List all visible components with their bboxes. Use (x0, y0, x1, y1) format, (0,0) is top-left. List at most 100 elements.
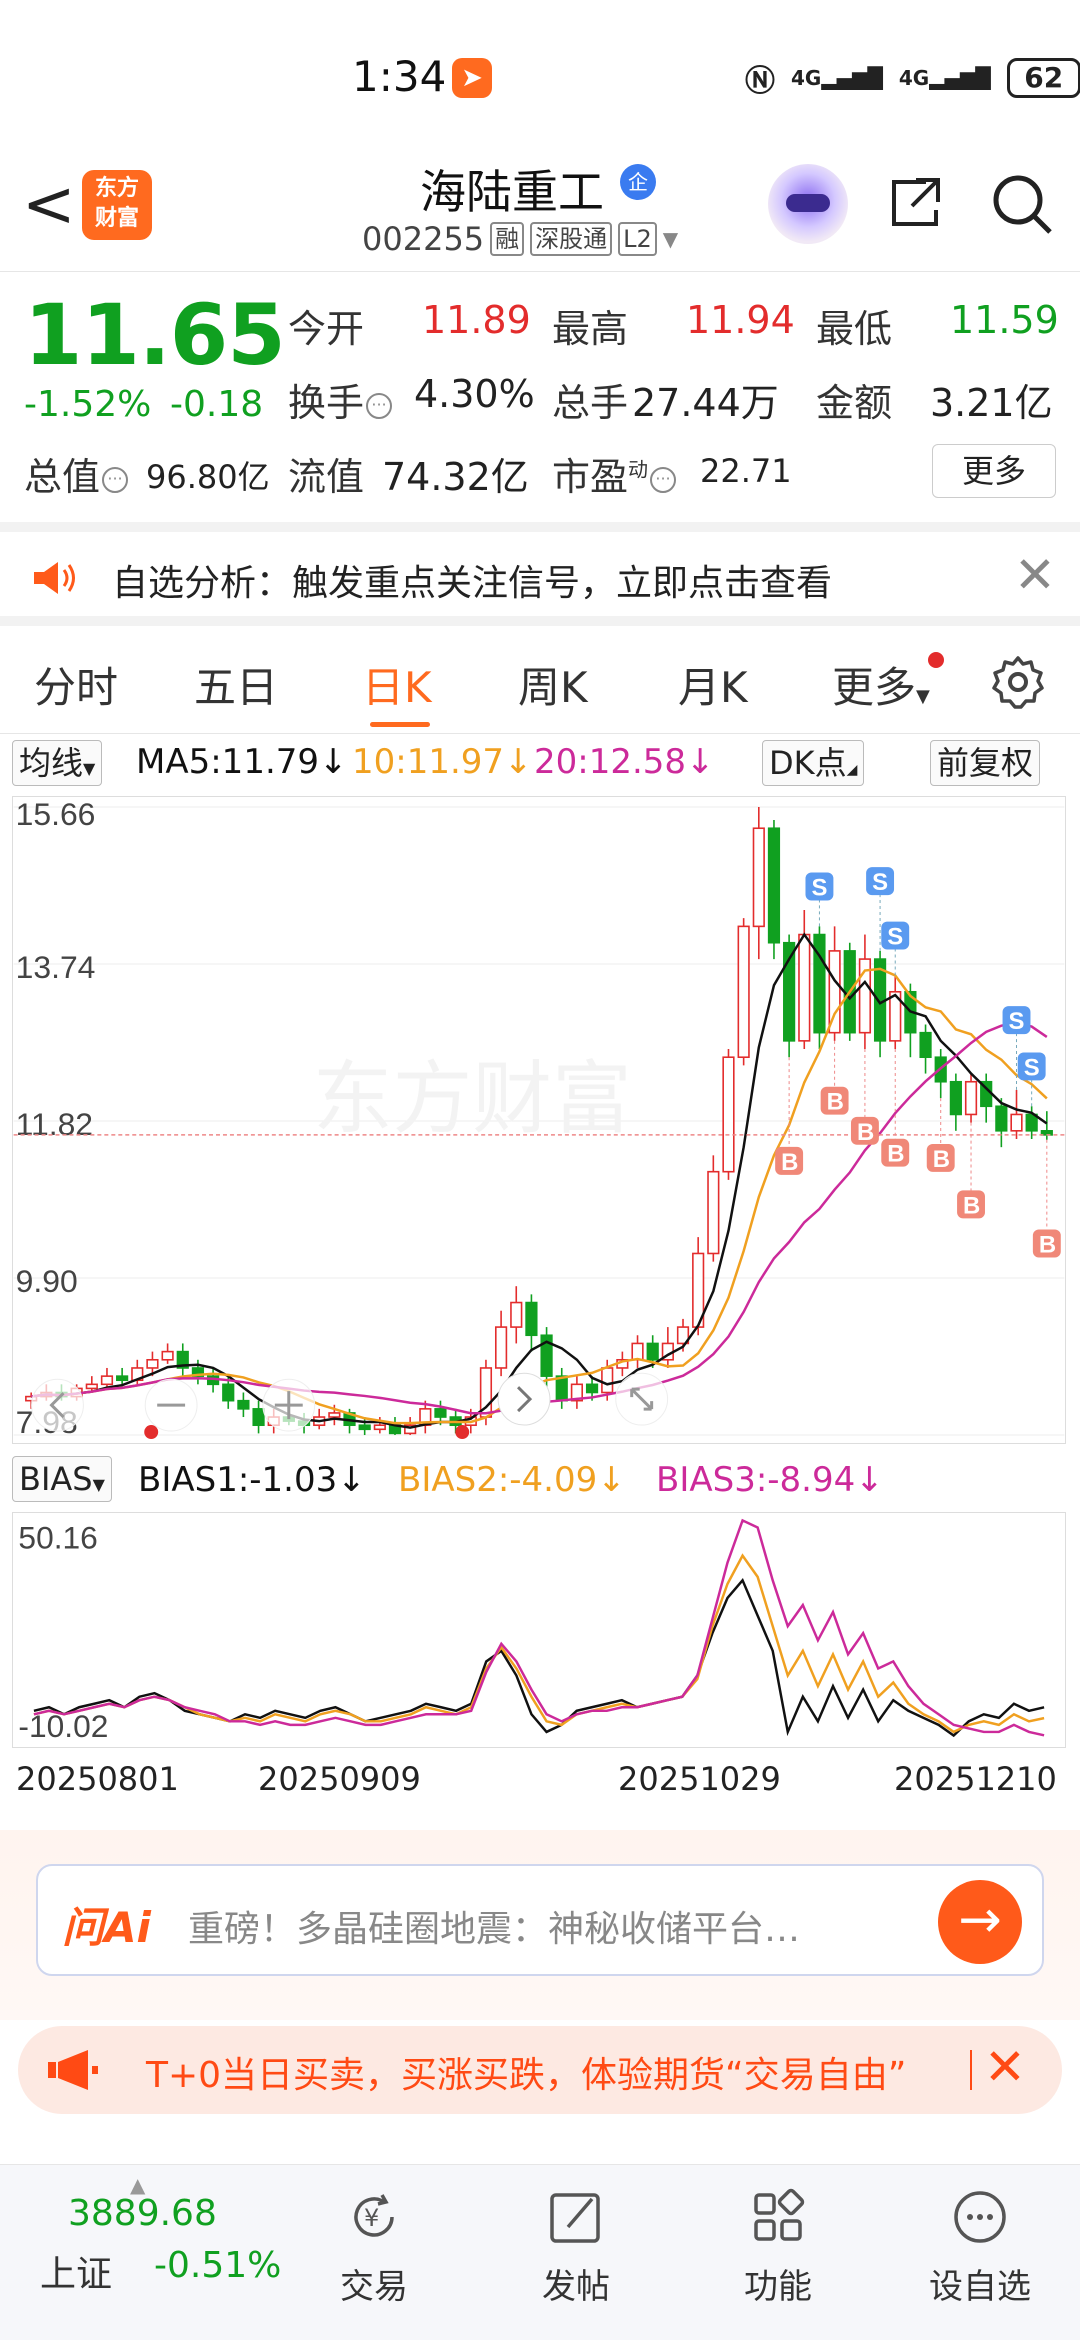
bs-signal-markers: S SSSSBBBB BBB (775, 867, 1061, 1258)
adjust-select[interactable]: 前复权 (930, 740, 1041, 786)
analysis-notice[interactable]: 自选分析：触发重点关注信号，立即点击查看 ✕ (0, 522, 1080, 626)
nav-trade[interactable]: ¥ 交易 (314, 2187, 434, 2308)
event-dot (144, 1425, 159, 1440)
battery-icon: 62 (1006, 58, 1080, 98)
info-icon[interactable]: ··· (366, 392, 393, 419)
bias-lines (33, 1518, 1045, 1738)
tab-five-day[interactable]: 五日 (194, 654, 278, 715)
candle-body (237, 1399, 250, 1410)
nav-add-watchlist[interactable]: 设自选 (920, 2187, 1040, 2308)
arrow-right-icon[interactable]: → (938, 1880, 1022, 1964)
bias-chart[interactable]: 50.16 -10.02 (12, 1512, 1066, 1748)
zoom-out-icon[interactable] (144, 1378, 198, 1432)
candle-body (767, 827, 781, 944)
date-label: 20251029 (618, 1760, 781, 1798)
scroll-left-icon[interactable] (31, 1378, 84, 1432)
quote-panel: 11.65 -1.52% -0.18 今开 11.89 最高 11.94 最低 … (0, 272, 1080, 522)
pe-superscript: 动 (628, 457, 649, 482)
pe-value: 22.71 (700, 452, 792, 490)
date-label: 20250909 (258, 1760, 421, 1798)
turnover-label: 换手 ··· (288, 372, 393, 427)
back-button[interactable]: < (22, 170, 76, 240)
close-icon[interactable]: ✕ (984, 2038, 1026, 2096)
kline-chart[interactable]: 东方财富 15.6613.7411.829.907.98 SSSSSBBBBBB… (12, 796, 1066, 1444)
search-icon[interactable] (990, 172, 1054, 236)
stock-code: 002255 (362, 220, 485, 258)
candle-body (494, 1326, 508, 1369)
dk-point-button[interactable]: DK点◢ (762, 740, 865, 786)
notice-text: 自选分析：触发重点关注信号，立即点击查看 (112, 563, 833, 604)
app-notification-icon: ➤ (452, 58, 492, 98)
promo-banner[interactable]: T+0当日买卖，买涨买跌，体验期货“交易自由” ✕ (18, 2026, 1062, 2114)
low-label: 最低 (816, 307, 893, 351)
active-tab-indicator (370, 722, 430, 727)
index-change[interactable]: -0.51% (154, 2245, 281, 2286)
float-label: 流值 (288, 455, 365, 499)
speaker-icon (34, 562, 75, 594)
info-icon[interactable]: ··· (102, 466, 129, 493)
signal-label: B (857, 1119, 874, 1146)
candle-body (798, 933, 811, 1042)
indicator-select-bias[interactable]: BIAS▼ (12, 1456, 112, 1502)
nav-label: 发帖 (542, 2267, 610, 2307)
price-tick: 15.66 (16, 796, 96, 832)
ma5-value: MA5:11.79↓ (136, 742, 348, 782)
nav-label: 功能 (744, 2267, 812, 2307)
candle-body (964, 1080, 978, 1116)
nav-functions[interactable]: 功能 (718, 2187, 838, 2308)
tab-intraday[interactable]: 分时 (34, 654, 118, 715)
status-time: 1:34 (352, 52, 447, 101)
signal-label: B (827, 1089, 844, 1116)
ai-section: 问Ai 重磅！多晶硅圈地震：神秘收储平台… → (0, 1830, 1080, 2020)
chevron-down-icon: ▼ (662, 227, 679, 251)
bias-legend-row: BIAS▼ BIAS1:-1.03↓ BIAS2:-4.09↓ BIAS3:-8… (0, 1450, 1080, 1510)
signal-label: B (933, 1146, 950, 1173)
candle-body (919, 1031, 932, 1059)
expand-icon[interactable] (615, 1372, 669, 1426)
tab-more[interactable]: 更多▼ (832, 654, 930, 715)
tab-weekly-k[interactable]: 周K (518, 654, 588, 715)
signal-label: S (1024, 1054, 1040, 1081)
nav-post[interactable]: 发帖 (516, 2187, 636, 2308)
watermark: 东方财富 (313, 1054, 632, 1143)
gear-icon[interactable] (990, 654, 1046, 710)
index-name[interactable]: 上证 (40, 2245, 112, 2297)
bias-tick: 50.16 (18, 1520, 97, 1556)
candle-body (555, 1375, 568, 1402)
float-value: 74.32亿 (382, 455, 529, 499)
open-value: 11.89 (422, 298, 531, 342)
bias-ticks: 50.16 -10.02 (18, 1520, 108, 1744)
tab-daily-k[interactable]: 日K (362, 654, 432, 715)
signal-label: S (811, 874, 827, 901)
ai-search-box[interactable]: 问Ai 重磅！多晶硅圈地震：神秘收储平台… → (36, 1864, 1044, 1976)
candle-body (146, 1358, 159, 1369)
scroll-right-icon[interactable] (497, 1372, 551, 1426)
candle-body (85, 1383, 98, 1390)
candle-body (161, 1350, 174, 1361)
grid-icon (754, 2188, 805, 2241)
candle-body (722, 1056, 735, 1173)
close-icon[interactable]: ✕ (1014, 546, 1056, 604)
nav-label: 交易 (340, 2267, 408, 2307)
kline-price-ticks: 15.6613.7411.829.907.98 (16, 796, 96, 1440)
nfc-icon: Ⓝ (745, 64, 775, 99)
candle-body (252, 1408, 265, 1427)
tab-monthly-k[interactable]: 月K (678, 654, 748, 715)
price-tick: 9.90 (16, 1263, 78, 1299)
more-quote-button[interactable]: 更多 (932, 444, 1056, 498)
ai-prompt-text: 重磅！多晶硅圈地震：神秘收储平台… (188, 1909, 801, 1950)
zoom-in-icon[interactable] (262, 1378, 316, 1432)
status-bar: 1:34 ➤ Ⓝ 4G▂▄▆█ 4G▂▄▆█ 62 (0, 0, 1080, 150)
candle-body (631, 1342, 644, 1361)
assistant-robot-icon[interactable] (768, 164, 848, 244)
low-value: 11.59 (950, 298, 1059, 342)
candle-body (100, 1375, 114, 1386)
stock-code-row[interactable]: 002255 融 深股通 L2 ▼ (362, 220, 678, 258)
candle-body (601, 1367, 614, 1394)
indicator-select-ma[interactable]: 均线▼ (12, 740, 103, 786)
index-value[interactable]: 3889.68 (68, 2193, 217, 2234)
info-icon[interactable]: ··· (650, 466, 677, 493)
share-icon[interactable] (886, 172, 946, 232)
tag-connect: 深股通 (530, 222, 613, 256)
candle-body (646, 1342, 659, 1361)
